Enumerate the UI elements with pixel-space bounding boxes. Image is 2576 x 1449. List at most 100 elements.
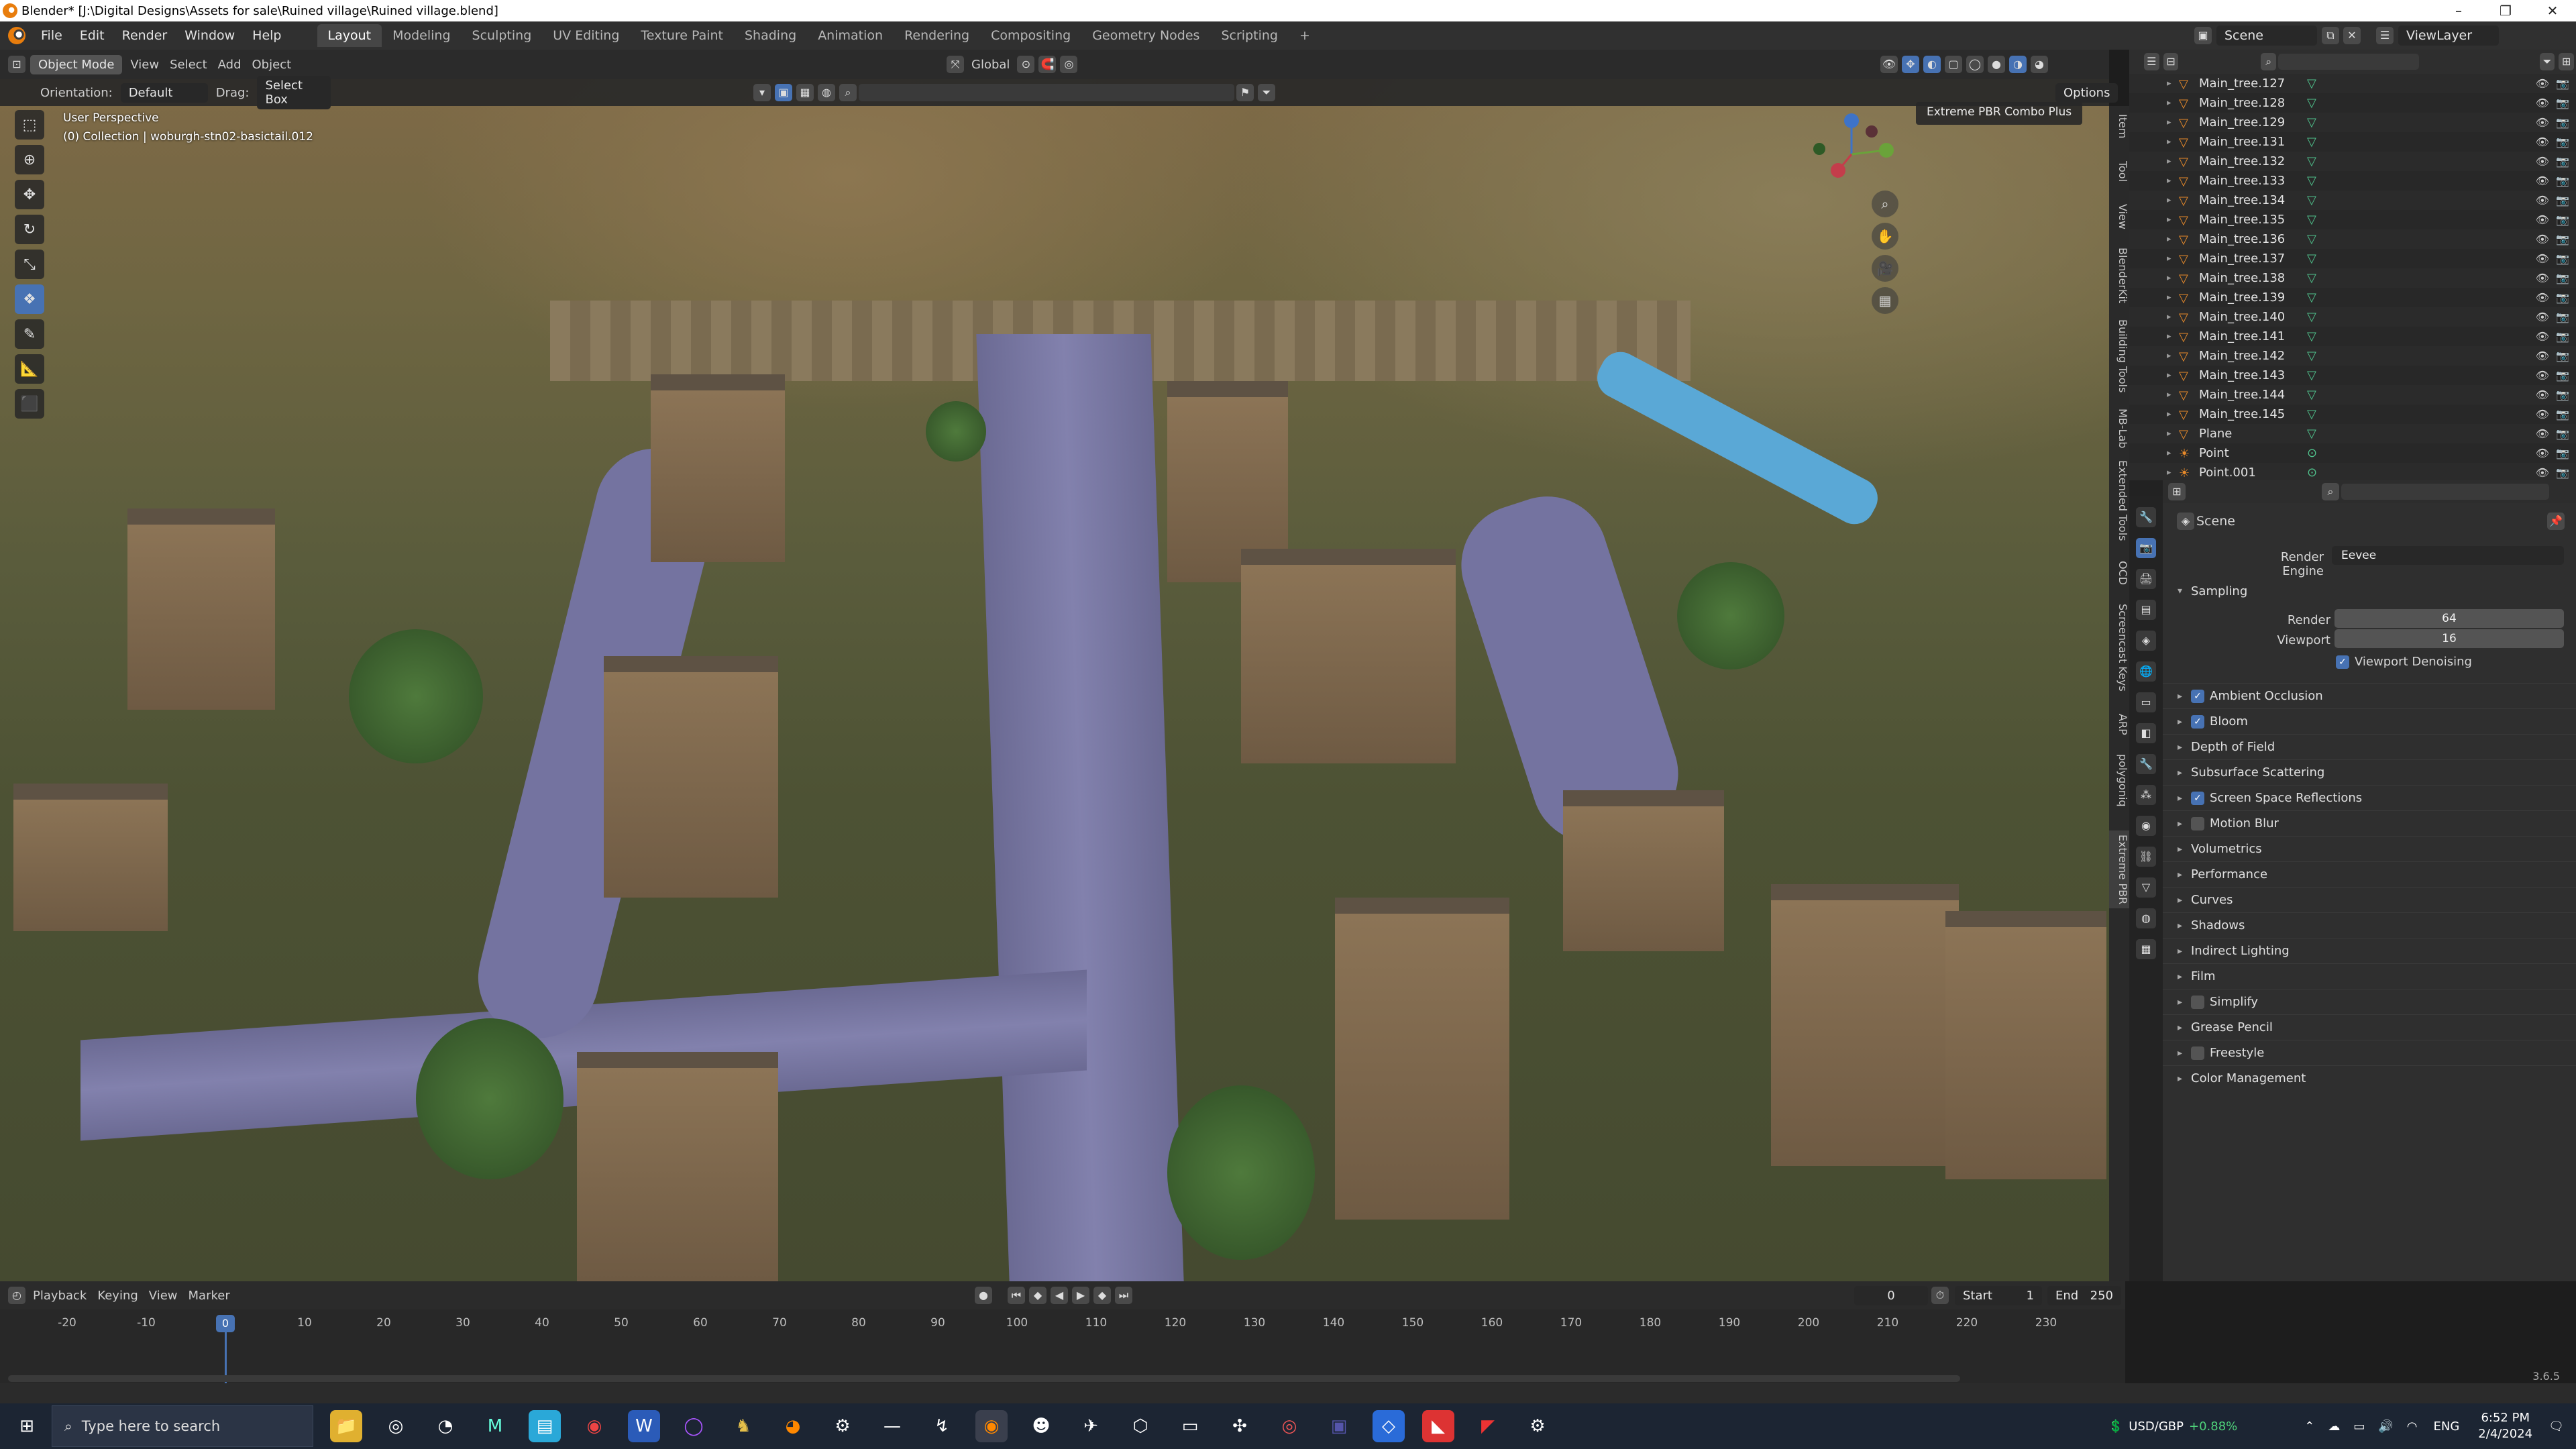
menu-help[interactable]: Help [244,28,290,43]
render-section[interactable]: ▸ Film [2163,963,2576,989]
tab-building-tools[interactable]: Building Tools [2109,315,2129,396]
navigation-gizmo[interactable] [1805,107,1898,201]
filter-icon[interactable]: ⏷ [2539,53,2555,70]
rotate-tool-icon[interactable]: ↻ [15,215,44,244]
app-icon[interactable]: — [876,1410,908,1442]
record-icon[interactable]: ● [975,1287,992,1304]
properties-search-input[interactable] [2341,484,2549,500]
expand-chevron-icon[interactable]: ▸ [2167,156,2179,166]
end-frame-field[interactable]: End 250 [2047,1285,2121,1305]
render-section[interactable]: ▸ Performance [2163,861,2576,887]
start-frame-field[interactable]: Start 1 [1955,1285,2042,1305]
menu-window[interactable]: Window [176,28,244,43]
scene-tab-icon[interactable]: ◈ [2136,631,2156,651]
scene-delete-icon[interactable]: ✕ [2343,27,2361,44]
camera-render-icon[interactable]: 📷 [2556,388,2569,401]
outliner-row[interactable]: ▸ ☀ Point.001 ⊙ 👁 📷 [2129,463,2576,480]
camera-render-icon[interactable]: 📷 [2556,116,2569,129]
camera-render-icon[interactable]: 📷 [2556,291,2569,304]
outliner-row[interactable]: ▸ ☀ Point ⊙ 👁 📷 [2129,443,2576,463]
mesh-data-icon[interactable]: ▽ [2307,388,2316,402]
viewlayer-selector[interactable]: ViewLayer [2398,25,2499,46]
camera-render-icon[interactable]: 📷 [2556,97,2569,109]
camera-render-icon[interactable]: 📷 [2556,447,2569,460]
ortho-grid-icon[interactable]: ▦ [1872,287,1898,314]
add-cube-tool-icon[interactable]: ⬛ [15,389,44,419]
filter-icon[interactable]: ▾ [753,84,771,101]
material-icon[interactable]: ◍ [818,84,835,101]
app-icon[interactable]: ♞ [727,1410,759,1442]
shading-rendered-icon[interactable]: ◕ [2031,56,2048,73]
outliner-row[interactable]: ▸ ▽ Main_tree.139 ▽ 👁 📷 [2129,288,2576,307]
expand-chevron-icon[interactable]: ▸ [2167,390,2179,400]
layer-icon[interactable]: ▦ [796,84,814,101]
eye-icon[interactable]: 👁 [2536,174,2549,187]
expand-chevron-icon[interactable]: ▸ [2167,254,2179,264]
timeline-track[interactable]: -20 -10 0 10 20 30 40 50 60 70 80 90 100 110 120 130 140… [0,1309,2125,1383]
pivot-icon[interactable]: ⊙ [1017,56,1035,73]
eye-icon[interactable]: 👁 [2536,330,2549,343]
material-tab-icon[interactable]: ◍ [2136,908,2156,928]
annotate-tool-icon[interactable]: ✎ [15,319,44,349]
eye-icon[interactable]: 👁 [2536,311,2549,323]
outliner-search-input[interactable] [2278,54,2419,70]
expand-chevron-icon[interactable]: ▸ [2167,98,2179,108]
timeline-scrollbar[interactable] [8,1375,1960,1382]
expand-chevron-icon[interactable]: ▸ [2167,351,2179,361]
outliner-row[interactable]: ▸ ▽ Main_tree.134 ▽ 👁 📷 [2129,191,2576,210]
tab-uv-editing[interactable]: UV Editing [542,24,630,47]
tab-geometry-nodes[interactable]: Geometry Nodes [1081,24,1210,47]
chrome-icon[interactable]: ◉ [578,1410,610,1442]
app-icon[interactable]: ◣ [1422,1410,1454,1442]
expand-chevron-icon[interactable]: ▸ [2167,234,2179,244]
wifi-icon[interactable]: ◠ [2407,1419,2418,1434]
notifications-icon[interactable]: 🗨 [2548,1419,2564,1434]
camera-render-icon[interactable]: 📷 [2556,155,2569,168]
render-section[interactable]: ▸ ✓ Ambient Occlusion [2163,683,2576,708]
tab-polygoniq[interactable]: polygoniq [2109,750,2129,811]
expand-chevron-icon[interactable]: ▸ [2167,117,2179,127]
expand-chevron-icon[interactable]: ▸ [2167,448,2179,458]
eye-icon[interactable]: 👁 [2536,194,2549,207]
outliner-row[interactable]: ▸ ▽ Main_tree.141 ▽ 👁 📷 [2129,327,2576,346]
physics-tab-icon[interactable]: ◉ [2136,816,2156,836]
outliner-row[interactable]: ▸ ▽ Main_tree.137 ▽ 👁 📷 [2129,249,2576,268]
mesh-data-icon[interactable]: ▽ [2307,96,2316,110]
camera-render-icon[interactable]: 📷 [2556,272,2569,284]
outliner-row[interactable]: ▸ ▽ Main_tree.138 ▽ 👁 📷 [2129,268,2576,288]
playback-menu[interactable]: Playback [33,1289,87,1303]
tab-tool[interactable]: Tool [2109,157,2129,186]
mesh-data-icon[interactable]: ▽ [2307,76,2316,91]
menu-view[interactable]: View [130,58,159,72]
particles-tab-icon[interactable]: ⁂ [2136,785,2156,805]
xray-icon[interactable]: ▢ [1945,56,1962,73]
render-section[interactable]: ▸ Curves [2163,887,2576,912]
viewport-denoising-checkbox[interactable]: ✓ [2336,655,2349,669]
expand-chevron-icon[interactable]: ▸ [2167,176,2179,186]
stopwatch-icon[interactable]: ⏱ [1931,1287,1949,1304]
tab-extreme-pbr[interactable]: Extreme PBR [2109,830,2129,909]
tab-arp[interactable]: ARP [2109,710,2129,739]
camera-view-icon[interactable]: 🎥 [1872,255,1898,282]
close-icon[interactable]: ✕ [2529,0,2576,21]
render-section[interactable]: ▸ Volumetrics [2163,836,2576,861]
timeline-view-menu[interactable]: View [149,1289,178,1303]
expand-chevron-icon[interactable]: ▸ [2167,215,2179,225]
display-mode-icon[interactable]: ⊟ [2163,53,2179,70]
app-icon[interactable]: ⬡ [1124,1410,1157,1442]
play-reverse-icon[interactable]: ◀ [1051,1287,1068,1304]
app-icon[interactable]: M [479,1410,511,1442]
jump-end-icon[interactable]: ⏭ [1115,1287,1132,1304]
menu-add[interactable]: Add [218,58,241,72]
app-icon[interactable]: ✈ [1075,1410,1107,1442]
language-indicator[interactable]: ENG [2434,1419,2460,1434]
mesh-data-icon[interactable]: ▽ [2307,368,2316,382]
camera-render-icon[interactable]: 📷 [2556,427,2569,440]
section-enable-checkbox[interactable]: ✓ [2191,791,2204,805]
playhead-frame[interactable]: 0 [216,1315,235,1332]
render-section[interactable]: ▸ Subsurface Scattering [2163,759,2576,785]
light-data-icon[interactable]: ⊙ [2307,466,2317,480]
camera-render-icon[interactable]: 📷 [2556,330,2569,343]
object-tab-icon[interactable]: ◧ [2136,723,2156,743]
eye-icon[interactable]: 👁 [2536,408,2549,421]
